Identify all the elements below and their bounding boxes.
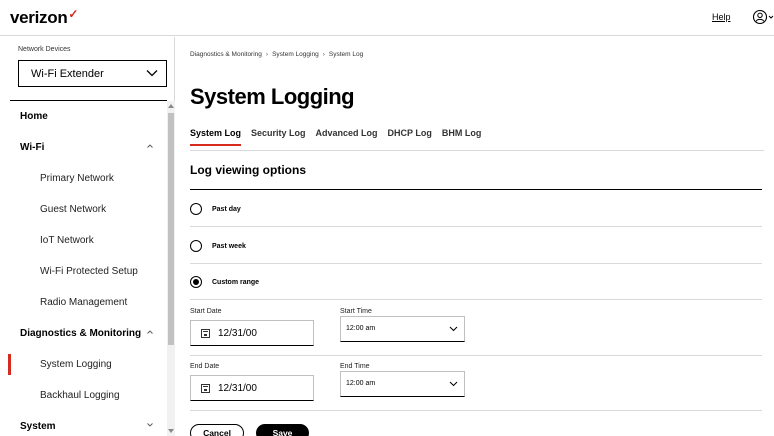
end-time-label: End Time xyxy=(340,363,370,370)
end-time-select[interactable]: 12:00 am xyxy=(340,371,465,397)
calendar-icon xyxy=(201,329,210,338)
sidebar-item-iot-network[interactable]: IoT Network xyxy=(10,225,167,256)
chevron-down-icon xyxy=(147,423,153,427)
help-link[interactable]: Help xyxy=(712,12,731,22)
end-time-value: 12:00 am xyxy=(346,380,376,387)
custom-range-option[interactable]: Custom range xyxy=(190,276,259,288)
sidebar-item-radio-management[interactable]: Radio Management xyxy=(10,287,167,318)
start-date-input[interactable]: 12/31/00 xyxy=(190,320,314,346)
past-week-option[interactable]: Past week xyxy=(190,240,246,252)
sidebar-item-diagnostics-monitoring[interactable]: Diagnostics & Monitoring xyxy=(10,318,167,349)
scroll-down-arrow-icon[interactable] xyxy=(168,429,174,433)
sidebar: Network Devices Wi-Fi Extender Home Wi-F… xyxy=(0,37,175,436)
chevron-right-icon: › xyxy=(322,51,325,58)
divider xyxy=(190,410,762,411)
chevron-up-icon xyxy=(147,330,153,334)
log-tabs: System Log Security Log Advanced Log DHC… xyxy=(190,128,481,146)
sidebar-item-home[interactable]: Home xyxy=(10,101,167,132)
cancel-button[interactable]: Cancel xyxy=(190,424,244,436)
sidebar-item-primary-network[interactable]: Primary Network xyxy=(10,163,167,194)
scrollbar-thumb[interactable] xyxy=(168,113,174,345)
start-date-value: 12/31/00 xyxy=(218,328,257,339)
divider xyxy=(190,226,762,227)
breadcrumb-item-current: System Log xyxy=(328,51,364,58)
breadcrumb-item[interactable]: System Logging xyxy=(272,51,319,58)
divider xyxy=(190,355,762,356)
chevron-down-icon xyxy=(146,70,158,77)
breadcrumb: Diagnostics & Monitoring › System Loggin… xyxy=(190,51,363,58)
network-devices-label: Network Devices xyxy=(18,46,71,53)
scroll-up-arrow-icon[interactable] xyxy=(168,104,174,108)
past-week-label: Past week xyxy=(212,242,246,250)
device-select-value: Wi-Fi Extender xyxy=(31,68,104,80)
sidebar-item-guest-network[interactable]: Guest Network xyxy=(10,194,167,225)
sidebar-item-system-logging[interactable]: System Logging xyxy=(8,349,167,380)
divider xyxy=(190,189,762,190)
breadcrumb-item[interactable]: Diagnostics & Monitoring xyxy=(190,51,262,58)
start-date-label: Start Date xyxy=(190,308,222,315)
tab-system-log[interactable]: System Log xyxy=(190,128,242,146)
user-icon xyxy=(752,9,774,25)
log-options-title: Log viewing options xyxy=(190,163,306,177)
tab-dhcp-log[interactable]: DHCP Log xyxy=(388,128,432,146)
tab-security-log[interactable]: Security Log xyxy=(251,128,306,146)
past-week-radio[interactable] xyxy=(190,240,202,252)
chevron-up-icon xyxy=(147,144,153,148)
end-date-input[interactable]: 12/31/00 xyxy=(190,375,314,401)
start-time-value: 12:00 am xyxy=(346,325,376,332)
divider xyxy=(190,263,762,264)
tab-bhm-log[interactable]: BHM Log xyxy=(442,128,482,146)
page-title: System Logging xyxy=(190,84,355,109)
network-device-select[interactable]: Wi-Fi Extender xyxy=(18,60,167,87)
start-time-select[interactable]: 12:00 am xyxy=(340,316,465,342)
end-date-label: End Date xyxy=(190,363,220,370)
tab-advanced-log[interactable]: Advanced Log xyxy=(316,128,378,146)
chevron-down-icon xyxy=(449,326,458,332)
calendar-icon xyxy=(201,384,210,393)
top-bar: verizon✓ Help xyxy=(0,0,774,36)
custom-range-radio[interactable] xyxy=(190,276,202,288)
sidebar-nav: Home Wi-Fi Primary Network Guest Network… xyxy=(8,101,167,436)
sidebar-item-system[interactable]: System xyxy=(10,411,167,436)
verizon-logo[interactable]: verizon✓ xyxy=(10,7,79,28)
save-button[interactable]: Save xyxy=(256,424,309,436)
custom-range-label: Custom range xyxy=(212,278,260,286)
divider xyxy=(190,150,764,151)
divider xyxy=(190,299,762,300)
checkmark-icon: ✓ xyxy=(68,7,79,21)
sidebar-scrollbar[interactable] xyxy=(167,101,175,436)
past-day-option[interactable]: Past day xyxy=(190,203,241,215)
sidebar-item-wifi[interactable]: Wi-Fi xyxy=(10,132,167,163)
chevron-right-icon: › xyxy=(265,51,269,58)
end-date-value: 12/31/00 xyxy=(218,383,257,394)
sidebar-item-backhaul-logging[interactable]: Backhaul Logging xyxy=(10,380,167,411)
chevron-down-icon xyxy=(449,381,458,387)
past-day-radio[interactable] xyxy=(190,203,202,215)
start-time-label: Start Time xyxy=(340,308,372,315)
user-menu-button[interactable] xyxy=(752,9,774,25)
sidebar-item-wifi-protected-setup[interactable]: Wi-Fi Protected Setup xyxy=(10,256,167,287)
past-day-label: Past day xyxy=(212,205,241,213)
